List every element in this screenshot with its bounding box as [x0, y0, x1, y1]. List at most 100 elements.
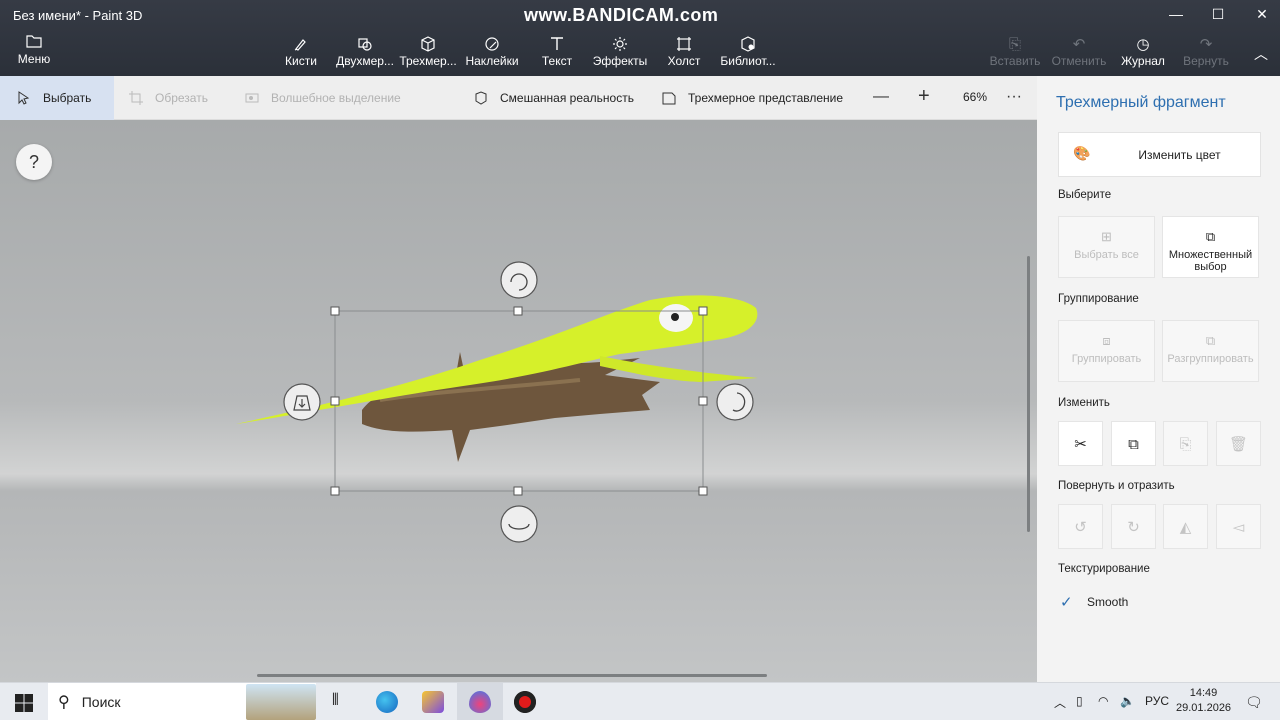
tool-3d-shapes[interactable]: Трехмер...	[397, 36, 459, 68]
effects-icon	[589, 36, 651, 54]
ungroup-button[interactable]: ⧉ Разгруппировать	[1162, 320, 1259, 382]
redo-button[interactable]: ↷ Вернуть	[1178, 36, 1234, 68]
resize-handle	[698, 486, 708, 496]
language-indicator[interactable]: РУС	[1145, 694, 1169, 708]
rotate-right-button[interactable]: ↻	[1111, 504, 1156, 549]
folder-icon	[14, 34, 54, 52]
text-icon	[526, 36, 588, 54]
paint-3d-taskbar-icon[interactable]	[469, 691, 491, 713]
tool-effects[interactable]: Эффекты	[589, 36, 651, 68]
view-3d-button[interactable]: Трехмерное представление	[662, 76, 843, 120]
scissors-icon: ✂	[1074, 436, 1087, 453]
resize-handle	[698, 396, 708, 406]
volume-icon[interactable]: 🔈	[1120, 694, 1135, 708]
crop-button[interactable]: Обрезать	[129, 76, 208, 120]
wifi-icon[interactable]: ◠	[1098, 694, 1108, 708]
depth-handle[interactable]	[283, 383, 321, 421]
history-button[interactable]: ◷ Журнал	[1115, 36, 1171, 68]
paste-button[interactable]: ⎘ Вставить	[987, 36, 1043, 68]
zoom-level[interactable]: 66%	[963, 90, 987, 104]
multi-select-button[interactable]: ⧉ Множественный выбор	[1162, 216, 1259, 278]
flip-vertical-button[interactable]: ◅	[1216, 504, 1261, 549]
crop-icon	[129, 91, 143, 105]
mixed-reality-icon	[475, 91, 487, 105]
select-label: Выбрать	[43, 91, 92, 105]
maximize-button[interactable]: ☐	[1208, 6, 1228, 23]
task-view-icon[interactable]: ⫴	[332, 692, 339, 710]
view-3d-label: Трехмерное представление	[688, 91, 844, 105]
brush-icon	[270, 36, 332, 54]
resize-handle	[698, 306, 708, 316]
battery-icon[interactable]: ▯	[1076, 694, 1083, 708]
mixed-reality-button[interactable]: Смешанная реальность	[474, 76, 634, 120]
zoom-in-button[interactable]: +	[918, 85, 930, 108]
windows-start-icon[interactable]	[14, 693, 34, 713]
flip-horizontal-icon: ◭	[1179, 519, 1192, 536]
resize-handle	[513, 306, 523, 316]
search-placeholder: Поиск	[81, 694, 121, 710]
close-button[interactable]: ✕	[1252, 6, 1272, 23]
undo-button[interactable]: ↶ Отменить	[1051, 36, 1107, 68]
clock[interactable]: 14:49 29.01.2026	[1176, 686, 1231, 716]
rotate-heading: Повернуть и отразить	[1058, 480, 1175, 492]
paste-panel-button[interactable]: ⎘	[1163, 421, 1208, 466]
tool-stickers[interactable]: Наклейки	[461, 36, 523, 68]
flip-vertical-icon: ◅	[1232, 519, 1245, 536]
cut-button[interactable]: ✂	[1058, 421, 1103, 466]
delete-button[interactable]: 🗑	[1216, 421, 1261, 466]
more-options-button[interactable]: ···	[1006, 88, 1022, 106]
copy-button[interactable]: ⧉	[1111, 421, 1156, 466]
view-3d-icon	[662, 92, 676, 105]
rotate-left-button[interactable]: ↺	[1058, 504, 1103, 549]
taskbar: ⚲ Поиск ⫴ ︿ ▯ ◠ 🔈 РУС 14:49 29.01.2026 🗨	[0, 682, 1280, 720]
rotate-z-handle[interactable]	[500, 261, 538, 299]
photos-app-icon[interactable]	[422, 691, 444, 713]
rotate-y-handle[interactable]	[716, 383, 754, 421]
select-all-button[interactable]: ⊞ Выбрать все	[1058, 216, 1155, 278]
tool-canvas[interactable]: Холст	[653, 36, 715, 68]
notifications-icon[interactable]: 🗨	[1245, 694, 1263, 711]
trash-icon: 🗑	[1228, 436, 1249, 453]
resize-handle	[330, 486, 340, 496]
minimize-button[interactable]: —	[1166, 6, 1186, 22]
tool-label: Эффекты	[592, 54, 648, 68]
texture-heading: Текстурирование	[1058, 563, 1150, 575]
zoom-out-button[interactable]: —	[873, 88, 889, 106]
select-heading: Выберите	[1058, 189, 1112, 201]
tool-text[interactable]: Текст	[526, 36, 588, 68]
smooth-checkbox[interactable]: ✓	[1060, 594, 1078, 612]
tool-label: Наклейки	[465, 54, 519, 68]
resize-handle	[513, 486, 523, 496]
magic-select-label: Волшебное выделение	[271, 91, 401, 105]
select-tool-button[interactable]: Выбрать	[0, 76, 114, 120]
tray-expand-icon[interactable]: ︿	[1054, 694, 1066, 711]
3d-scene[interactable]	[0, 120, 1037, 682]
change-color-button[interactable]: 🎨 Изменить цвет	[1058, 132, 1261, 177]
clock-date: 29.01.2026	[1176, 702, 1232, 714]
magic-select-button[interactable]: Волшебное выделение	[245, 76, 401, 120]
window-title: Без имени* - Paint 3D	[13, 8, 143, 23]
redo-icon: ↷	[1199, 36, 1213, 53]
3d-shapes-icon	[397, 36, 459, 54]
collapse-chevron-icon[interactable]: ︿	[1254, 44, 1268, 64]
tool-library[interactable]: Библиот...	[717, 36, 779, 68]
magic-select-icon	[245, 93, 259, 103]
canvas-area[interactable]: ?	[0, 120, 1037, 682]
bandicam-record-icon[interactable]	[514, 691, 536, 713]
group-button[interactable]: ⧈ Группировать	[1058, 320, 1155, 382]
search-highlight-image[interactable]	[246, 684, 316, 720]
edge-icon[interactable]	[376, 691, 398, 713]
history-label: Журнал	[1121, 54, 1165, 68]
resize-handle	[330, 306, 340, 316]
menu-button[interactable]: Меню	[14, 34, 54, 66]
tool-brushes[interactable]: Кисти	[270, 36, 332, 68]
menu-label: Меню	[17, 52, 51, 66]
rotate-x-handle[interactable]	[500, 505, 538, 543]
vertical-scrollbar[interactable]	[1027, 256, 1030, 532]
horizontal-scrollbar[interactable]	[257, 674, 767, 677]
cursor-icon	[18, 91, 30, 105]
tool-2d-shapes[interactable]: Двухмер...	[334, 36, 396, 68]
group-heading: Группирование	[1058, 293, 1139, 305]
tool-label: Двухмер...	[336, 54, 394, 68]
flip-horizontal-button[interactable]: ◭	[1163, 504, 1208, 549]
